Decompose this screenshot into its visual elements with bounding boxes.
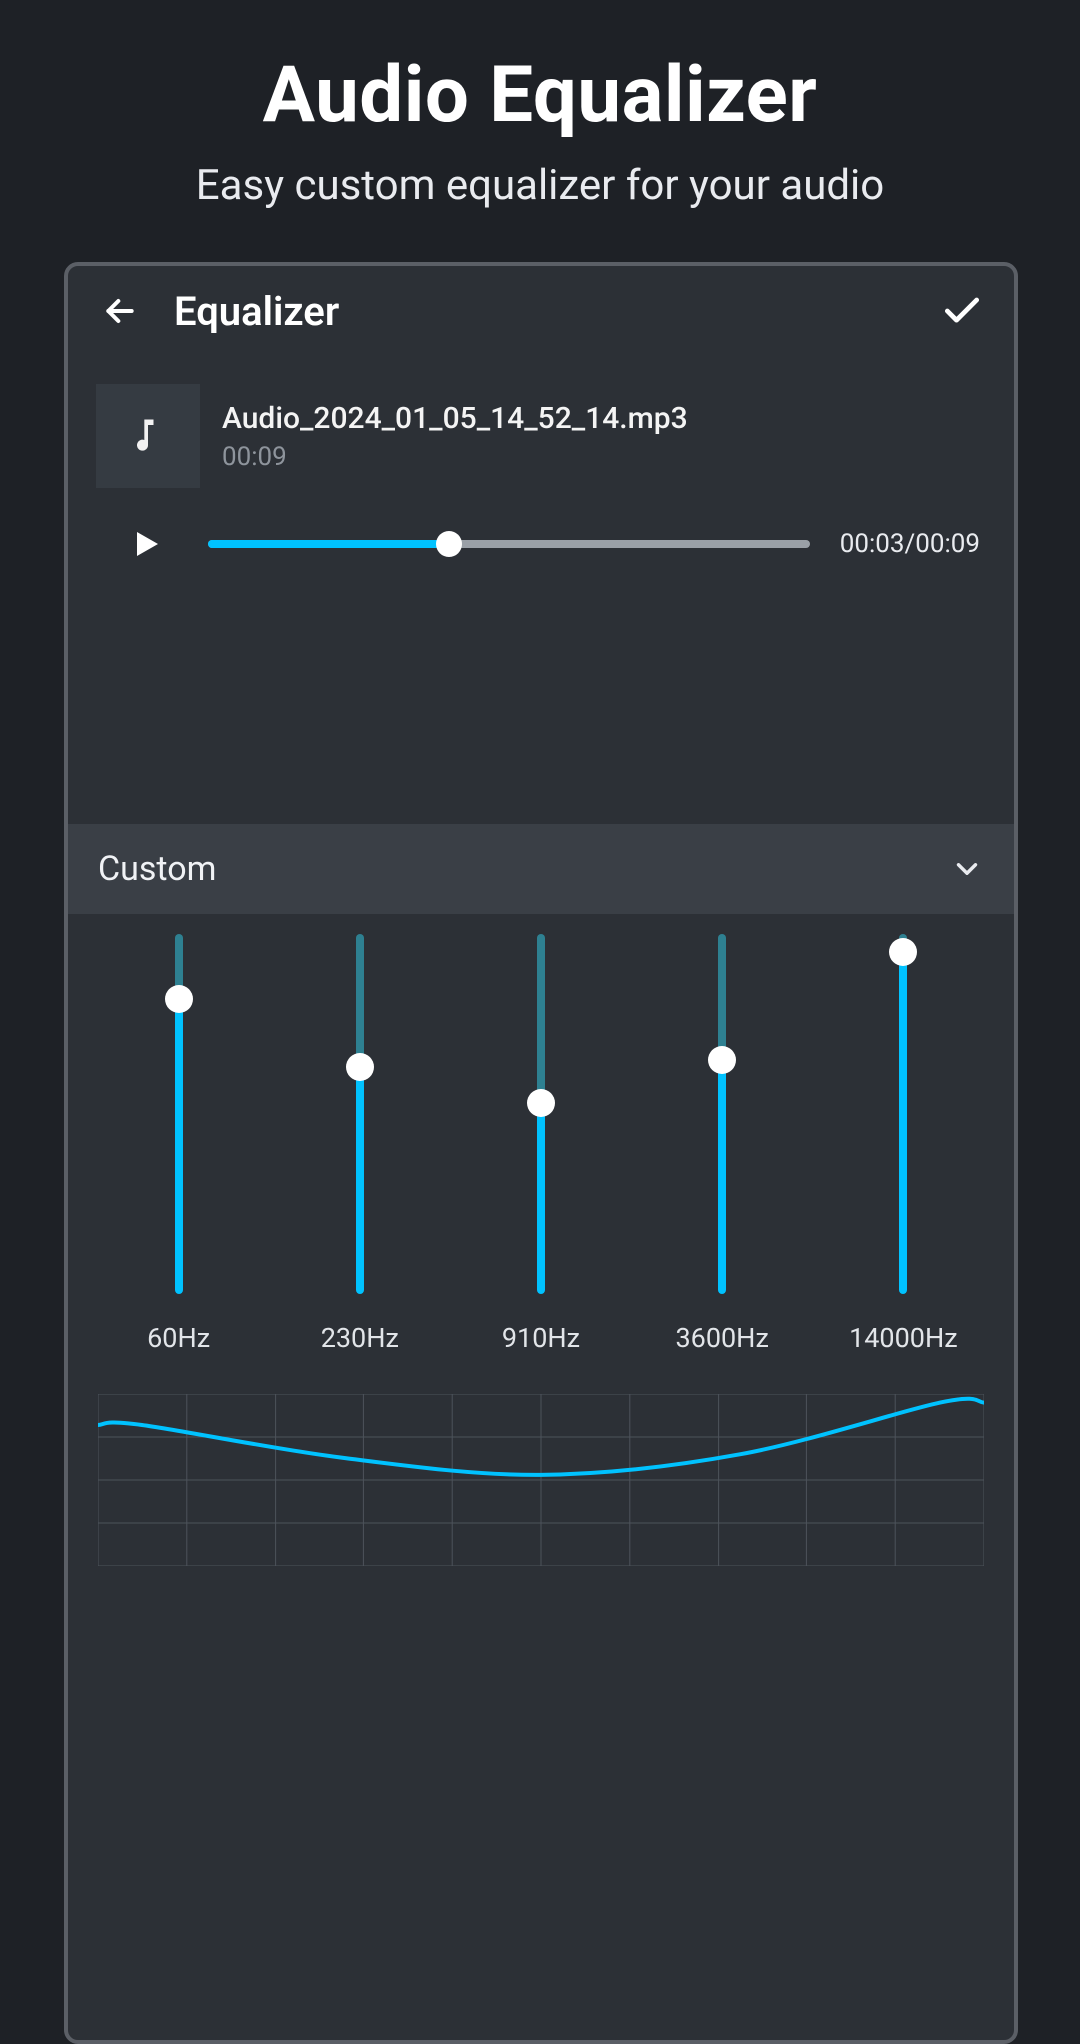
music-note-icon — [126, 414, 170, 458]
eq-band[interactable]: 3600Hz — [692, 934, 752, 1414]
eq-band[interactable]: 230Hz — [330, 934, 390, 1414]
eq-band-lower — [899, 952, 907, 1294]
confirm-button[interactable] — [938, 287, 986, 335]
eq-band[interactable]: 60Hz — [149, 934, 209, 1414]
eq-band-label: 3600Hz — [675, 1322, 768, 1354]
eq-band-thumb[interactable] — [527, 1089, 555, 1117]
eq-band-lower — [175, 999, 183, 1294]
file-thumbnail — [96, 384, 200, 488]
eq-band-upper — [718, 934, 726, 1060]
eq-curve — [98, 1394, 984, 1566]
eq-band[interactable]: 14000Hz — [873, 934, 933, 1414]
eq-band-label: 60Hz — [147, 1322, 210, 1354]
equalizer-bands: 60Hz 230Hz 910Hz 3600Hz 14000Hz — [68, 934, 1014, 1414]
back-button[interactable] — [96, 287, 144, 335]
eq-band-track — [537, 934, 545, 1294]
file-duration: 00:09 — [222, 442, 688, 472]
eq-band-label: 14000Hz — [849, 1322, 958, 1354]
time-label: 00:03/00:09 — [840, 529, 980, 559]
promo-subtitle: Easy custom equalizer for your audio — [0, 161, 1080, 210]
eq-band-track — [899, 934, 907, 1294]
eq-band[interactable]: 910Hz — [511, 934, 571, 1414]
page-title: Equalizer — [174, 288, 938, 335]
eq-band-lower — [356, 1067, 364, 1294]
eq-band-track — [356, 934, 364, 1294]
play-icon — [128, 526, 164, 562]
eq-band-label: 910Hz — [502, 1322, 580, 1354]
device-frame: Equalizer Audio_2024_01_05_14_52_14.mp3 … — [64, 262, 1018, 2044]
eq-band-thumb[interactable] — [346, 1053, 374, 1081]
check-icon — [940, 289, 984, 333]
eq-band-thumb[interactable] — [708, 1046, 736, 1074]
eq-band-upper — [356, 934, 364, 1067]
eq-band-thumb[interactable] — [165, 985, 193, 1013]
eq-band-track — [718, 934, 726, 1294]
play-button[interactable] — [124, 522, 168, 566]
eq-band-track — [175, 934, 183, 1294]
player: 00:03/00:09 — [68, 498, 1014, 566]
back-icon — [100, 291, 140, 331]
progress-slider[interactable] — [208, 531, 810, 557]
topbar: Equalizer — [68, 266, 1014, 356]
eq-band-lower — [537, 1103, 545, 1294]
file-name: Audio_2024_01_05_14_52_14.mp3 — [222, 401, 688, 436]
eq-band-upper — [537, 934, 545, 1103]
eq-band-label: 230Hz — [321, 1322, 399, 1354]
chevron-down-icon — [950, 852, 984, 886]
eq-band-thumb[interactable] — [889, 938, 917, 966]
progress-thumb[interactable] — [436, 531, 462, 557]
file-info: Audio_2024_01_05_14_52_14.mp3 00:09 — [68, 356, 1014, 498]
promo-title: Audio Equalizer — [0, 50, 1080, 141]
preset-dropdown[interactable]: Custom — [68, 824, 1014, 914]
progress-fill — [208, 540, 449, 548]
preset-selected-label: Custom — [98, 849, 216, 889]
eq-band-lower — [718, 1060, 726, 1294]
file-meta: Audio_2024_01_05_14_52_14.mp3 00:09 — [222, 401, 688, 472]
